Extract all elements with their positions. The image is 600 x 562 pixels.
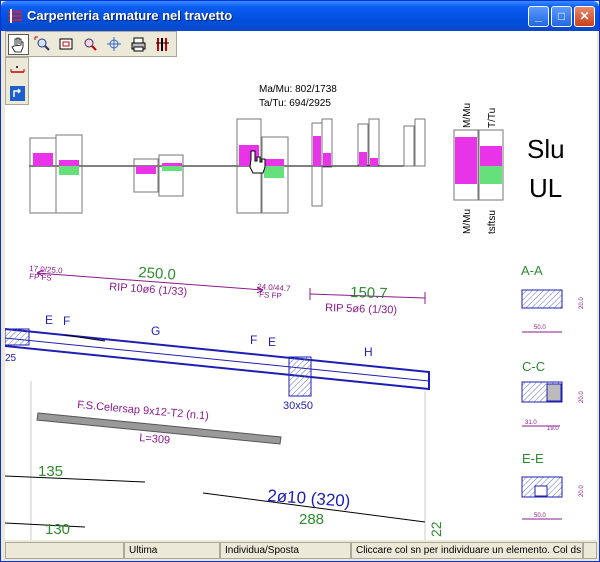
diagram-box xyxy=(414,118,426,167)
status-cell-mode: Ultima xyxy=(124,542,220,559)
magnify-icon xyxy=(84,38,97,51)
minimize-button[interactable]: _ xyxy=(528,6,549,27)
hand-icon xyxy=(11,37,24,53)
zoom-window-button[interactable] xyxy=(56,34,77,55)
section-a-a-width: 50.0 xyxy=(534,325,546,331)
section-name-a-a: A-A xyxy=(521,263,543,278)
legend-label-m-bottom: M/Mu xyxy=(462,209,473,234)
section-name-c-c: C-C xyxy=(522,359,545,374)
refresh-button[interactable] xyxy=(7,83,28,104)
beam-outline[interactable] xyxy=(5,328,430,397)
section-e-e[interactable]: E-E 50.0 20.0 xyxy=(521,451,585,520)
diagram-box xyxy=(403,125,415,167)
rebar-mid-codes-label: FS FP xyxy=(259,290,282,301)
dimension-288: 288 xyxy=(299,511,324,528)
section-c-c[interactable]: C-C 31.0 19.0 20.0 xyxy=(521,359,585,432)
hand-pan-button[interactable] xyxy=(8,34,29,55)
crosshair-icon xyxy=(107,37,121,51)
section-marker-g: G xyxy=(151,324,160,338)
dimension-135: 135 xyxy=(38,463,63,480)
close-button[interactable]: ✕ xyxy=(574,6,595,27)
drawing-canvas[interactable]: Ma/Mu: 802/1738 Ta/Tu: 694/2925 M/Mu T/T… xyxy=(5,31,597,540)
drawing-svg: Ma/Mu: 802/1738 Ta/Tu: 694/2925 M/Mu T/T… xyxy=(5,84,585,540)
state-label-slu: Slu xyxy=(527,134,565,164)
legend-label-m-top: M/Mu xyxy=(462,103,473,128)
dimension-25: 25 xyxy=(5,353,17,364)
joist-length-label: L=309 xyxy=(139,432,171,447)
diagram-box xyxy=(158,154,184,197)
section-a-a[interactable]: A-A 50.0 20.0 xyxy=(521,263,585,333)
maximize-button[interactable]: □ xyxy=(551,6,572,27)
section-marker-f: F xyxy=(63,314,70,328)
rebar-left-codes-label: FP FS xyxy=(29,272,52,283)
section-c-c-height: 20.0 xyxy=(579,391,585,403)
tooltip-moment: Ma/Mu: 802/1738 xyxy=(259,84,337,95)
status-cell-1 xyxy=(5,542,124,559)
zoom-window-icon xyxy=(59,38,73,50)
section-marker-e2: E xyxy=(268,335,276,349)
rebar-top-length: 250.0 xyxy=(138,264,177,284)
section-marker-e: E xyxy=(45,313,53,327)
column-size-label: 30x50 xyxy=(283,400,313,412)
main-toolbar xyxy=(5,31,177,57)
zoom-extents-icon xyxy=(34,36,50,51)
printer-icon xyxy=(131,37,146,52)
zoom-magnify-button[interactable] xyxy=(80,34,101,55)
section-name-e-e: E-E xyxy=(522,451,544,466)
section-a-a-height: 20.0 xyxy=(579,297,585,309)
dimension-22: 22 xyxy=(428,521,444,537)
print-button[interactable] xyxy=(128,34,149,55)
dimension-130: 130 xyxy=(45,521,70,538)
legend-label-t-bottom: tsftsu xyxy=(487,210,498,234)
rebar-right-length: 150.7 xyxy=(350,284,388,302)
section-c-c-width: 31.0 xyxy=(525,420,537,426)
diagram-box xyxy=(29,137,57,214)
section-c-c-width2: 19.0 xyxy=(547,426,559,432)
bottom-rebar-label: 2ø10 (320) xyxy=(267,486,351,511)
diagram-fills xyxy=(33,136,502,184)
side-toolbar xyxy=(5,57,29,105)
app-window: Carpenteria armature nel travetto _ □ ✕ … xyxy=(0,0,600,562)
resize-grip[interactable] xyxy=(583,542,597,559)
value-tooltip: Ma/Mu: 802/1738 Ta/Tu: 694/2925 xyxy=(259,84,337,109)
rebar-right-description: RIP 5ø6 (1/30) xyxy=(325,302,397,317)
bottom-line xyxy=(5,475,146,483)
status-cell-hint: Cliccare col sn per individuare un eleme… xyxy=(351,542,583,559)
tooltip-shear: Ta/Tu: 694/2925 xyxy=(259,98,331,109)
settings-button[interactable] xyxy=(152,34,173,55)
title-bar[interactable]: Carpenteria armature nel travetto _ □ ✕ xyxy=(1,1,599,31)
rebar-line-button[interactable] xyxy=(7,60,28,81)
window-title: Carpenteria armature nel travetto xyxy=(27,8,233,23)
minimize-icon: _ xyxy=(535,9,542,23)
app-icon xyxy=(8,9,22,23)
section-markers: E F G F E H xyxy=(45,313,373,359)
zoom-extents-button[interactable] xyxy=(32,34,53,55)
section-marker-f2: F xyxy=(250,333,257,347)
status-cell-action: Individua/Sposta xyxy=(220,542,351,559)
refresh-icon xyxy=(10,86,25,101)
rebar-settings-icon xyxy=(156,38,169,51)
crosshair-button[interactable] xyxy=(104,34,125,55)
status-bar: Ultima Individua/Sposta Cliccare col sn … xyxy=(5,541,597,561)
diagram-box xyxy=(133,158,159,193)
legend-label-t-top: T/Tu xyxy=(487,108,498,128)
rebar-line-icon xyxy=(10,66,25,73)
state-label-ul: UL xyxy=(529,173,562,203)
section-e-e-width: 50.0 xyxy=(534,513,546,519)
section-e-e-height: 20.0 xyxy=(579,485,585,497)
maximize-icon: □ xyxy=(557,9,566,23)
section-marker-h: H xyxy=(364,345,373,359)
close-icon: ✕ xyxy=(579,9,590,23)
